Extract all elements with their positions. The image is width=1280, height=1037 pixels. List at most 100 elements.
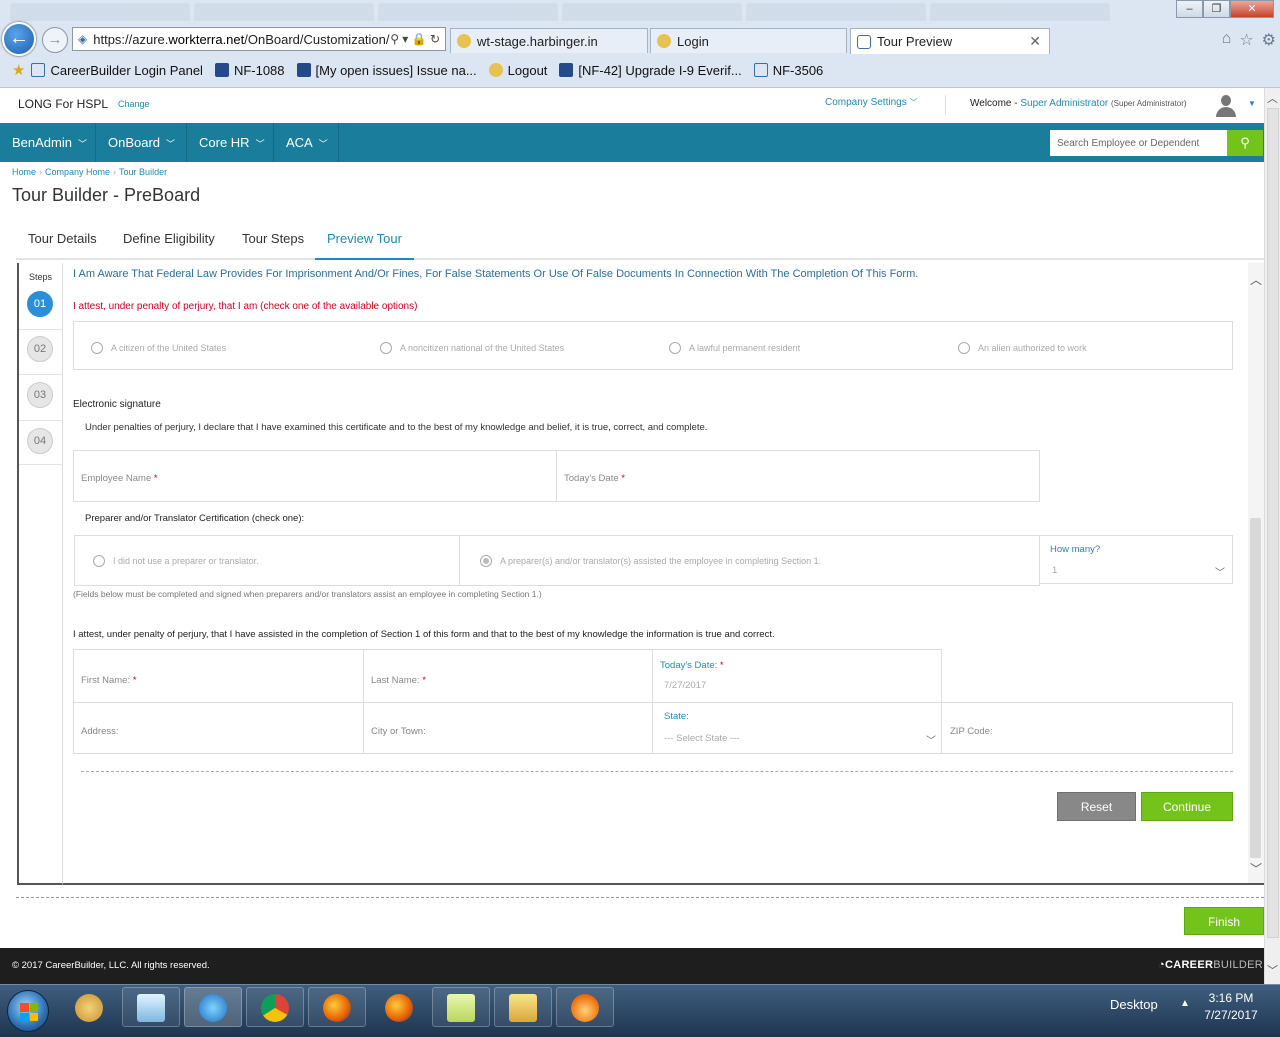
chevron-up-icon[interactable]: ︿ xyxy=(1267,90,1278,106)
panel-scrollbar[interactable]: ︿ ﹀ xyxy=(1248,263,1264,883)
option-label: A preparer(s) and/or translator(s) assis… xyxy=(500,556,822,566)
no-preparer-option[interactable]: I did not use a preparer or translator. xyxy=(74,535,460,586)
settings-gear-icon[interactable]: ⚙ xyxy=(1262,30,1276,50)
maximize-button[interactable]: ❐ xyxy=(1203,0,1230,18)
taskbar-notepad[interactable] xyxy=(122,987,180,1027)
preparer-assisted-option[interactable]: A preparer(s) and/or translator(s) assis… xyxy=(459,535,1040,586)
state-select[interactable]: State: --- Select State --- ﹀ xyxy=(652,702,942,754)
show-hidden-icons-icon[interactable]: ▲ xyxy=(1180,998,1190,1009)
window-close-button[interactable]: ✕ xyxy=(1230,0,1274,18)
breadcrumb-company-home[interactable]: Company Home xyxy=(45,167,110,177)
taskbar-app-flame[interactable] xyxy=(556,987,614,1027)
option-alien-authorized[interactable]: An alien authorized to work xyxy=(958,342,1087,354)
option-citizen[interactable]: A citizen of the United States xyxy=(91,342,226,354)
search-icon: ⚲ xyxy=(1240,135,1250,150)
tab-close-icon[interactable]: ✕ xyxy=(1029,33,1041,50)
back-button[interactable]: ← xyxy=(2,22,36,56)
breadcrumb-home[interactable]: Home xyxy=(12,167,36,177)
employee-name-field[interactable]: Employee Name * xyxy=(73,450,557,502)
search-button[interactable]: ⚲ xyxy=(1227,130,1263,156)
favorite-item[interactable]: [My open issues] Issue na... xyxy=(296,63,477,78)
last-name-field[interactable]: Last Name: * xyxy=(363,649,653,703)
address-url[interactable]: https://azure.workterra.net/OnBoard/Cust… xyxy=(93,32,390,47)
address-controls-icon[interactable]: ⚲ ▾ 🔒 ↻ xyxy=(390,32,440,46)
employee-search-input[interactable] xyxy=(1050,130,1227,156)
nav-onboard[interactable]: OnBoard ﹀ xyxy=(96,123,187,162)
chevron-down-icon[interactable]: ﹀ xyxy=(1250,860,1262,877)
favorite-item[interactable]: NF-1088 xyxy=(214,63,285,78)
taskbar-firefox-2[interactable] xyxy=(370,987,428,1027)
taskbar-internet-explorer[interactable] xyxy=(184,987,242,1027)
address-bar[interactable]: ◈ https://azure.workterra.net/OnBoard/Cu… xyxy=(72,27,446,51)
step-02[interactable]: 02 xyxy=(27,336,53,362)
caret-down-icon[interactable]: ▼ xyxy=(1248,99,1256,108)
breadcrumb-tour-builder[interactable]: Tour Builder xyxy=(119,167,167,177)
change-company-link[interactable]: Change xyxy=(118,99,150,109)
company-settings-menu[interactable]: Company Settings ﹀ xyxy=(825,97,918,108)
tab-wt-stage[interactable]: wt-stage.harbinger.in xyxy=(450,28,648,53)
how-many-select[interactable]: How many? 1 ﹀ xyxy=(1039,535,1233,584)
address-label: Address: xyxy=(81,726,119,737)
favorites-add-icon[interactable]: ★ xyxy=(12,61,25,79)
option-no-preparer[interactable]: I did not use a preparer or translator. xyxy=(93,555,259,567)
tab-preview-tour[interactable]: Preview Tour xyxy=(315,220,414,260)
taskbar-chrome[interactable] xyxy=(246,987,304,1027)
radio-icon[interactable] xyxy=(958,342,970,354)
todays-date-field[interactable]: Today's Date * xyxy=(556,450,1040,502)
nav-core-hr[interactable]: Core HR ﹀ xyxy=(187,123,274,162)
chevron-up-icon[interactable]: ︿ xyxy=(1250,271,1262,288)
option-permanent-resident[interactable]: A lawful permanent resident xyxy=(669,342,800,354)
option-preparer-assisted[interactable]: A preparer(s) and/or translator(s) assis… xyxy=(480,555,821,567)
nav-benadmin[interactable]: BenAdmin ﹀ xyxy=(0,123,96,162)
tab-tour-details[interactable]: Tour Details xyxy=(16,220,109,260)
welcome-text: Welcome - Super Administrator (Super Adm… xyxy=(970,98,1187,109)
taskbar-file-explorer[interactable] xyxy=(494,987,552,1027)
step-01[interactable]: 01 xyxy=(27,291,53,317)
reset-button[interactable]: Reset xyxy=(1057,792,1136,821)
step-03[interactable]: 03 xyxy=(27,382,53,408)
preparer-date-field[interactable]: Today's Date: * 7/27/2017 xyxy=(652,649,942,703)
favorite-item[interactable]: NF-3506 xyxy=(753,63,823,78)
home-icon[interactable]: ⌂ xyxy=(1222,30,1232,50)
step-04[interactable]: 04 xyxy=(27,428,53,454)
radio-icon[interactable] xyxy=(91,342,103,354)
favorite-item[interactable]: [NF-42] Upgrade I-9 Everif... xyxy=(559,63,742,78)
radio-icon[interactable] xyxy=(93,555,105,567)
chevron-down-icon[interactable]: ﹀ xyxy=(1267,962,1278,978)
tab-define-eligibility[interactable]: Define Eligibility xyxy=(111,220,227,260)
page-title: Tour Builder - PreBoard xyxy=(12,185,201,205)
tab-tour-preview[interactable]: Tour Preview ✕ xyxy=(850,28,1050,54)
zip-code-field[interactable]: ZIP Code: xyxy=(941,702,1233,754)
state-label: State: xyxy=(664,711,689,722)
taskbar-paint[interactable] xyxy=(60,987,118,1027)
favorites-star-icon[interactable]: ☆ xyxy=(1239,30,1253,50)
finish-button[interactable]: Finish xyxy=(1184,907,1264,935)
avatar[interactable] xyxy=(1214,94,1238,118)
system-clock[interactable]: 3:16 PM 7/27/2017 xyxy=(1200,990,1262,1024)
user-name-link[interactable]: Super Administrator xyxy=(1020,98,1108,109)
page-scrollbar[interactable]: ︿ ﹀ xyxy=(1264,88,1280,984)
option-noncitizen-national[interactable]: A noncitizen national of the United Stat… xyxy=(380,342,564,354)
radio-icon[interactable] xyxy=(380,342,392,354)
nav-aca[interactable]: ACA ﹀ xyxy=(274,123,339,162)
taskbar-firefox[interactable] xyxy=(308,987,366,1027)
taskbar-sticky-notes[interactable] xyxy=(432,987,490,1027)
address-field[interactable]: Address: xyxy=(73,702,364,754)
radio-selected-icon[interactable] xyxy=(480,555,492,567)
favorite-item[interactable]: CareerBuilder Login Panel xyxy=(31,63,203,78)
tab-login[interactable]: Login xyxy=(650,28,847,53)
start-button[interactable] xyxy=(7,990,49,1032)
radio-icon[interactable] xyxy=(669,342,681,354)
desktop-toolbar-label[interactable]: Desktop xyxy=(1110,997,1158,1012)
page-scrollbar-thumb[interactable] xyxy=(1267,108,1279,938)
first-name-field[interactable]: First Name: * xyxy=(73,649,364,703)
option-label: I did not use a preparer or translator. xyxy=(113,556,259,566)
forward-button[interactable]: → xyxy=(42,27,68,53)
tab-tour-steps[interactable]: Tour Steps xyxy=(230,220,316,260)
scrollbar-thumb[interactable] xyxy=(1250,518,1261,858)
minimize-button[interactable]: – xyxy=(1176,0,1203,18)
favorite-item[interactable]: Logout xyxy=(488,63,547,78)
continue-button[interactable]: Continue xyxy=(1141,792,1233,821)
electronic-signature-title: Electronic signature xyxy=(73,399,161,410)
city-field[interactable]: City or Town: xyxy=(363,702,653,754)
